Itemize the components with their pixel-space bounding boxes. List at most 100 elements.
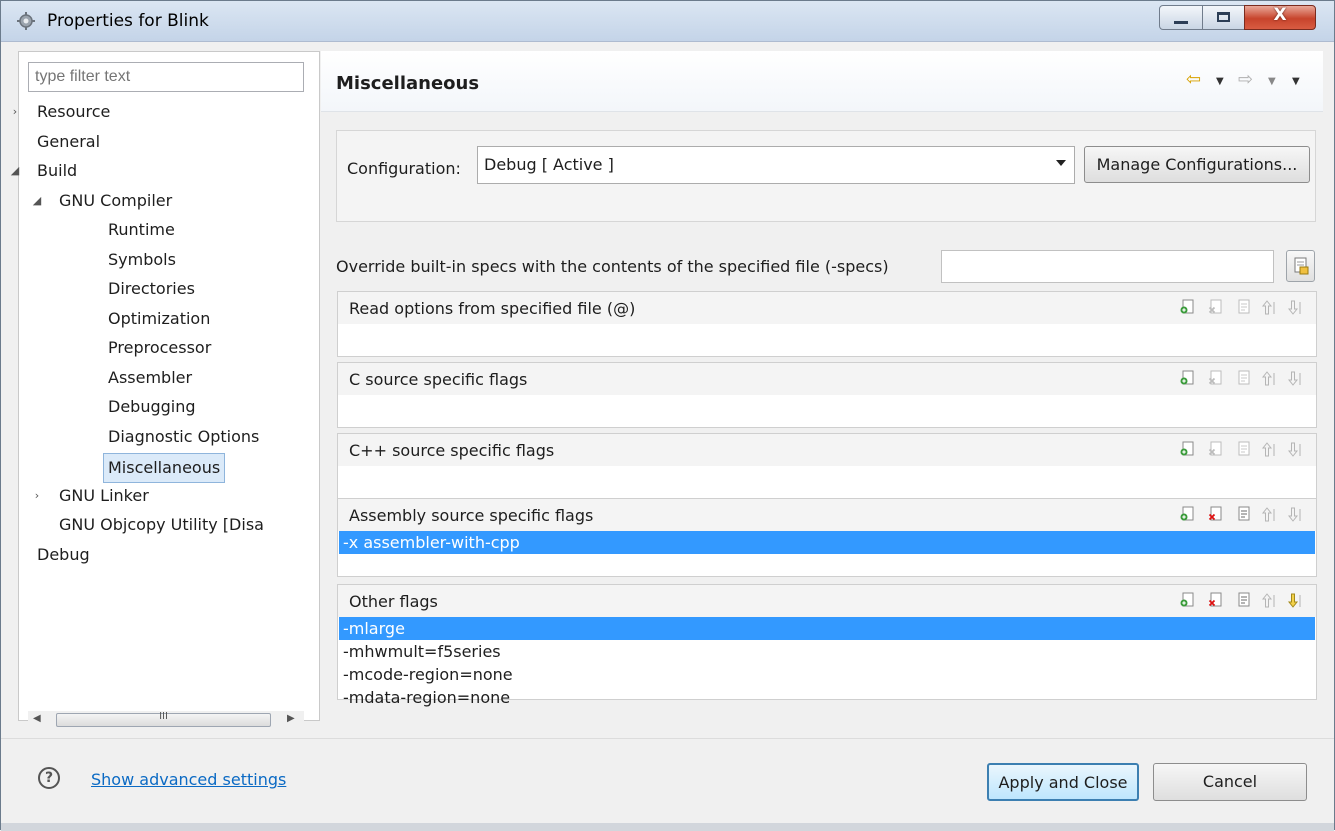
back-arrow-icon[interactable]: ⇦: [1186, 69, 1201, 90]
list-item[interactable]: -x assembler-with-cpp: [339, 531, 1315, 554]
move-up-icon[interactable]: [1260, 440, 1276, 458]
list-item[interactable]: -mdata-region=none: [339, 686, 1315, 709]
gear-icon: [17, 12, 35, 30]
cancel-button[interactable]: Cancel: [1153, 763, 1307, 801]
tree-item-label: General: [37, 131, 101, 151]
move-down-icon[interactable]: [1286, 505, 1302, 523]
configuration-value: Debug [ Active ]: [484, 155, 614, 174]
group-toolbar: [1180, 369, 1310, 389]
flag-list[interactable]: -mlarge -mhwmult=f5series -mcode-region=no…: [339, 617, 1315, 709]
list-item[interactable]: -mlarge: [339, 617, 1315, 640]
group-header: C++ source specific flags: [338, 434, 1316, 466]
flag-group: Read options from specified file (@): [337, 291, 1317, 357]
move-up-icon[interactable]: [1260, 369, 1276, 387]
collapsed-icon[interactable]: ›: [9, 99, 21, 125]
group-title: Other flags: [349, 592, 438, 611]
edit-icon[interactable]: [1236, 591, 1252, 609]
flag-group: Assembly source specific flags -x assembl…: [337, 498, 1317, 577]
show-advanced-settings-link[interactable]: Show advanced settings: [91, 770, 286, 789]
properties-dialog: Properties for Blink X › Resource General ◢…: [0, 0, 1335, 831]
tree-item-label: Runtime: [108, 220, 175, 239]
group-header: Assembly source specific flags: [338, 499, 1316, 531]
move-down-icon[interactable]: [1286, 369, 1302, 387]
tree-item-label: Diagnostic Options: [108, 426, 260, 446]
list-item[interactable]: -mcode-region=none: [339, 663, 1315, 686]
delete-icon[interactable]: [1208, 369, 1224, 387]
maximize-button[interactable]: [1202, 5, 1245, 30]
group-toolbar: [1180, 591, 1310, 611]
tree-item-label: GNU Objcopy Utility [Disa: [59, 515, 264, 534]
tree-item-label: GNU Compiler: [59, 190, 173, 210]
close-icon: X: [1273, 5, 1287, 25]
edit-icon[interactable]: [1236, 440, 1252, 458]
filter-input[interactable]: [28, 62, 304, 92]
tree-item-label: Preprocessor: [108, 338, 212, 357]
forward-arrow-icon[interactable]: ⇨: [1238, 69, 1253, 90]
add-icon[interactable]: [1180, 298, 1196, 316]
expanded-icon[interactable]: ◢: [9, 158, 21, 184]
title-bar[interactable]: Properties for Blink X: [1, 1, 1334, 42]
add-icon[interactable]: [1180, 440, 1196, 458]
edit-icon[interactable]: [1236, 505, 1252, 523]
delete-icon[interactable]: [1208, 505, 1224, 523]
add-icon[interactable]: [1180, 591, 1196, 609]
specs-file-input[interactable]: [941, 250, 1274, 283]
page-title: Miscellaneous: [336, 73, 480, 94]
group-header: C source specific flags: [338, 363, 1316, 395]
back-menu-icon[interactable]: ▼: [1216, 76, 1224, 87]
edit-icon[interactable]: [1236, 369, 1252, 387]
file-browse-icon: [1294, 257, 1309, 275]
manage-configurations-button[interactable]: Manage Configurations...: [1084, 146, 1310, 183]
horizontal-scrollbar[interactable]: ◀ III ▶: [28, 711, 304, 729]
group-toolbar: [1180, 298, 1310, 318]
list-item[interactable]: -mhwmult=f5series: [339, 640, 1315, 663]
edit-icon[interactable]: [1236, 298, 1252, 316]
group-toolbar: [1180, 440, 1310, 460]
delete-icon[interactable]: [1208, 591, 1224, 609]
move-down-icon[interactable]: [1286, 591, 1302, 609]
move-up-icon[interactable]: [1260, 298, 1276, 316]
tree-item-label: Debug: [37, 544, 90, 564]
window-title: Properties for Blink: [47, 11, 209, 31]
group-title: C++ source specific flags: [349, 441, 555, 460]
close-button[interactable]: X: [1244, 5, 1316, 30]
group-title: Read options from specified file (@): [349, 299, 636, 318]
configuration-select[interactable]: Debug [ Active ]: [477, 146, 1075, 184]
add-icon[interactable]: [1180, 505, 1196, 523]
tree-item-label: Build: [37, 161, 78, 180]
tree-item-label: Optimization: [108, 308, 211, 328]
specs-label: Override built-in specs with the content…: [336, 257, 889, 276]
group-header: Other flags: [338, 585, 1316, 617]
scrollbar-thumb[interactable]: III: [56, 711, 271, 727]
help-icon[interactable]: ?: [38, 767, 60, 789]
add-icon[interactable]: [1180, 369, 1196, 387]
group-title: C source specific flags: [349, 370, 528, 389]
scroll-right-icon[interactable]: ▶: [287, 713, 295, 724]
move-up-icon[interactable]: [1260, 591, 1276, 609]
tree-item-label: Assembler: [108, 367, 193, 387]
forward-menu-icon[interactable]: ▼: [1268, 76, 1276, 87]
scrollbar-grip: III: [159, 711, 168, 722]
apply-and-close-button[interactable]: Apply and Close: [987, 763, 1139, 801]
scroll-left-icon[interactable]: ◀: [33, 713, 41, 724]
expanded-icon[interactable]: ◢: [31, 188, 43, 214]
tree-item-label: Debugging: [108, 397, 196, 416]
flag-group: C++ source specific flags: [337, 433, 1317, 499]
tree-item-label: GNU Linker: [59, 485, 149, 505]
tree-item-label: Symbols: [108, 249, 176, 269]
collapsed-icon[interactable]: ›: [31, 483, 43, 509]
flag-list[interactable]: -x assembler-with-cpp: [339, 531, 1315, 554]
minimize-button[interactable]: [1159, 5, 1203, 30]
chevron-down-icon: [1056, 160, 1066, 166]
delete-icon[interactable]: [1208, 298, 1224, 316]
group-toolbar: [1180, 505, 1310, 525]
flag-group: Other flags -mlarge -mhwmult=f5series -mcod…: [337, 584, 1317, 707]
move-up-icon[interactable]: [1260, 505, 1276, 523]
move-down-icon[interactable]: [1286, 298, 1302, 316]
delete-icon[interactable]: [1208, 440, 1224, 458]
view-menu-icon[interactable]: ▼: [1292, 76, 1300, 87]
tree-item-label: Directories: [108, 279, 195, 298]
move-down-icon[interactable]: [1286, 440, 1302, 458]
group-title: Assembly source specific flags: [349, 506, 594, 525]
browse-file-button[interactable]: [1286, 250, 1315, 282]
